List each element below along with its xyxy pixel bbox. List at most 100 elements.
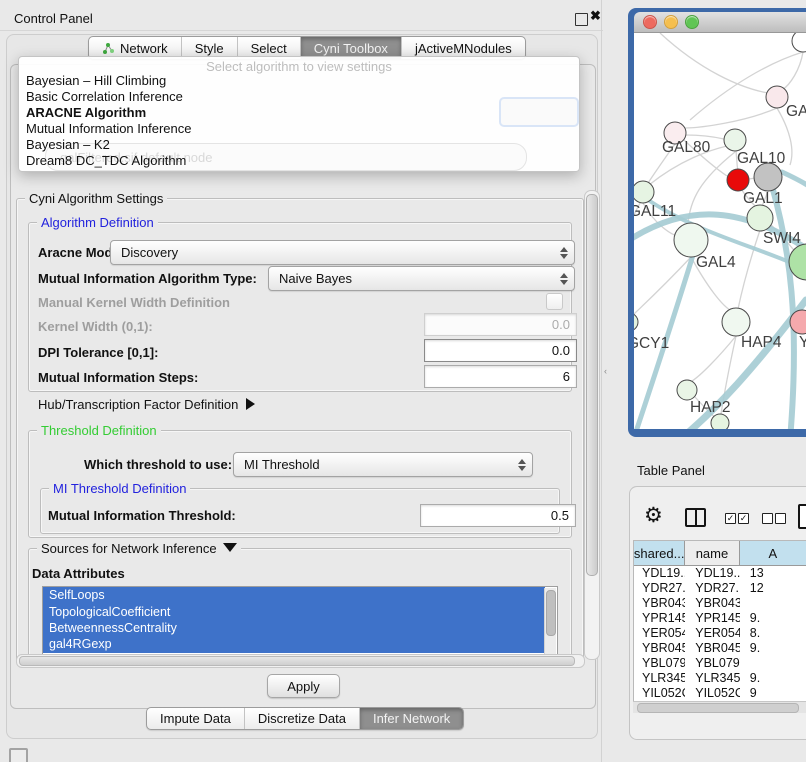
attribute-item-betweennesscentrality[interactable]: BetweennessCentrality: [43, 620, 545, 636]
node-label-gal1: GAL1: [743, 190, 783, 207]
checked-checkbox-icon[interactable]: ✓: [738, 513, 749, 524]
kernel-width-input[interactable]: 0.0: [424, 313, 577, 336]
node-label-y: Y: [799, 334, 806, 351]
tab-discretize-data[interactable]: Discretize Data: [245, 708, 360, 729]
minimize-window-icon[interactable]: [664, 15, 678, 29]
table-row[interactable]: YBR043CYBR043C: [634, 596, 806, 611]
tab-label: Network: [120, 41, 168, 56]
data-attributes-list[interactable]: SelfLoopsTopologicalCoefficientBetweenne…: [42, 586, 558, 657]
table-row[interactable]: YDR27...YDR27...12: [634, 581, 806, 596]
network-node[interactable]: [754, 163, 782, 191]
table-row[interactable]: YER054CYER054C8.: [634, 626, 806, 641]
algorithm-option-bayesian-k2[interactable]: Bayesian – K2: [22, 137, 576, 153]
node-label-gcy1: GCY1: [634, 335, 669, 352]
network-node-gal11[interactable]: [634, 181, 654, 203]
list-scrollbar[interactable]: [544, 588, 556, 654]
tab-impute-data[interactable]: Impute Data: [147, 708, 245, 729]
dpi-tolerance-input[interactable]: 0.0: [424, 339, 577, 362]
zoom-window-icon[interactable]: [685, 15, 699, 29]
gear-icon[interactable]: ⚙: [644, 503, 663, 528]
unchecked-checkbox-icon[interactable]: [775, 513, 786, 524]
sources-group-title[interactable]: Sources for Network Inference: [37, 541, 241, 556]
tab-infer-network[interactable]: Infer Network: [360, 708, 463, 729]
sash-collapse-icon[interactable]: ‹: [604, 366, 607, 376]
stepper-icon: [560, 247, 568, 259]
column-header-name[interactable]: name: [685, 541, 739, 565]
algorithm-option-mutual-information-inference[interactable]: Mutual Information Inference: [22, 121, 576, 137]
close-window-icon[interactable]: [643, 15, 657, 29]
tab-label: Style: [195, 41, 224, 56]
algorithm-option-aracne-algorithm[interactable]: ARACNE Algorithm: [22, 105, 576, 121]
network-node-gal10[interactable]: [724, 129, 746, 151]
algorithm-option-dream8-dc-tdc-algorithm[interactable]: Dream8 DC_TDC Algorithm: [22, 153, 576, 169]
stepper-icon: [560, 273, 568, 285]
application-window: Control Panel ✖ NetworkStyleSelectCyni T…: [0, 0, 806, 762]
network-canvas[interactable]: GALGAL80GAL10GAL1GAL11SWI4GAL4GCY1HAP4YH…: [634, 33, 806, 429]
file-icon[interactable]: [798, 504, 806, 529]
hub-definition-label: Hub/Transcription Factor Definition: [38, 397, 238, 412]
network-node-gal4[interactable]: [674, 223, 708, 257]
algorithm-option-bayesian-hill-climbing[interactable]: Bayesian – Hill Climbing: [22, 73, 576, 89]
table-cell: YBL079W: [634, 655, 685, 670]
table-cell: YPR145W: [634, 611, 685, 626]
mi-steps-input[interactable]: 6: [424, 365, 577, 388]
column-header-shared[interactable]: shared...: [634, 541, 685, 565]
node-label-hap4: HAP4: [741, 334, 782, 351]
network-window-titlebar[interactable]: [634, 12, 806, 33]
table-row[interactable]: YIL052CYIL052C9: [634, 685, 806, 700]
mi-type-select[interactable]: Naive Bayes: [268, 266, 575, 291]
unchecked-checkbox-icon[interactable]: [762, 513, 773, 524]
list-scrollbar-thumb[interactable]: [546, 590, 556, 636]
settings-hscrollbar[interactable]: [16, 654, 585, 668]
settings-scrollbar[interactable]: [584, 190, 600, 660]
node-label-gal4: GAL4: [696, 254, 736, 271]
table-row[interactable]: YLR345WYLR345W9.: [634, 670, 806, 685]
split-columns-icon[interactable]: [685, 508, 706, 527]
float-panel-button[interactable]: [575, 13, 588, 26]
network-node[interactable]: [792, 33, 806, 52]
which-threshold-select[interactable]: MI Threshold: [233, 452, 533, 477]
table-cell: YLR345W: [685, 670, 740, 685]
tab-label: jActiveMNodules: [415, 41, 512, 56]
table-cell: YDL19...: [685, 566, 740, 581]
table-cell: YLR345W: [634, 670, 685, 685]
network-node[interactable]: [711, 414, 729, 429]
attribute-item-gal4rgexp[interactable]: gal4RGexp: [43, 636, 545, 652]
network-node-swi4[interactable]: [747, 205, 773, 231]
table-row[interactable]: YBL079WYBL079W: [634, 655, 806, 670]
dropdown-prompt: Select algorithm to view settings: [19, 59, 579, 74]
table-cell: 12: [740, 581, 806, 596]
node-table[interactable]: shared...nameA YDL19...YDL19...13YDR27..…: [633, 540, 806, 702]
network-node-hap2[interactable]: [677, 380, 697, 400]
algorithm-option-basic-correlation-inference[interactable]: Basic Correlation Inference: [22, 89, 576, 105]
column-header-a[interactable]: A: [740, 541, 806, 565]
resize-grip-icon[interactable]: [9, 748, 28, 762]
close-panel-icon[interactable]: ✖: [590, 8, 601, 24]
table-hscrollbar[interactable]: [633, 701, 806, 713]
node-label-gal80: GAL80: [662, 139, 711, 156]
attribute-item-selfloops[interactable]: SelfLoops: [43, 587, 545, 603]
table-cell: YDL19...: [634, 566, 685, 581]
mi-threshold-input[interactable]: 0.5: [420, 504, 576, 527]
settings-hscrollbar-thumb[interactable]: [19, 656, 575, 666]
hub-definition-toggle[interactable]: Hub/Transcription Factor Definition: [38, 397, 255, 412]
sources-title-text: Sources for Network Inference: [41, 541, 217, 556]
table-row[interactable]: YBR045CYBR045C9.: [634, 640, 806, 655]
apply-button[interactable]: Apply: [267, 674, 340, 698]
aracne-mode-select[interactable]: Discovery: [110, 240, 575, 265]
network-node-hap4[interactable]: [722, 308, 750, 336]
stepper-icon: [518, 459, 526, 471]
table-row[interactable]: YPR145WYPR145W9.: [634, 611, 806, 626]
checked-checkbox-icon[interactable]: ✓: [725, 513, 736, 524]
table-cell: YDR27...: [685, 581, 740, 596]
table-row[interactable]: YDL19...YDL19...13: [634, 566, 806, 581]
panel-title: Control Panel: [14, 11, 93, 26]
network-graph: GALGAL80GAL10GAL1GAL11SWI4GAL4GCY1HAP4YH…: [634, 33, 806, 429]
attribute-item-topologicalcoefficient[interactable]: TopologicalCoefficient: [43, 603, 545, 619]
manual-kernel-checkbox[interactable]: [546, 293, 563, 310]
table-hscrollbar-thumb[interactable]: [637, 703, 799, 713]
settings-scrollbar-thumb[interactable]: [586, 194, 598, 576]
network-node-gal1[interactable]: [727, 169, 749, 191]
network-node-gal[interactable]: [766, 86, 788, 108]
network-node-gcy1[interactable]: [634, 313, 638, 331]
